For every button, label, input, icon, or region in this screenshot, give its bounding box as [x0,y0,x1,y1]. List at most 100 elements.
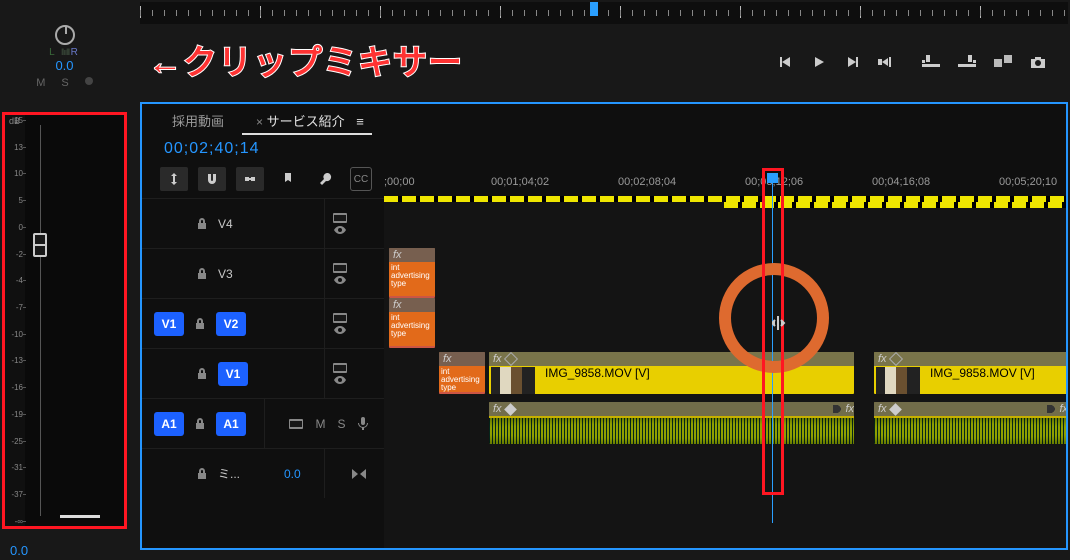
time-tick: 00;01;04;02 [491,176,549,188]
fx-clip-v1[interactable]: fx int advertising type [439,352,485,394]
meter-scale-tick: -19 [5,411,23,419]
solo-track-button[interactable]: S [337,417,345,431]
lift-icon[interactable] [922,55,940,69]
extract-icon[interactable] [958,55,976,69]
lock-icon[interactable] [194,218,210,230]
mute-track-button[interactable]: M [315,417,325,431]
magnet-button[interactable] [198,167,226,191]
track-target-a1-chip[interactable]: A1 [216,412,246,436]
fx-label: fx [393,298,402,312]
frame-ruler-playhead[interactable] [590,2,598,16]
meter-scale-tick: 5 [5,197,23,205]
track-target-v1-chip[interactable]: V1 [218,362,248,386]
fx-diamond-icon [888,352,902,366]
lock-icon[interactable] [192,318,208,330]
keyframe-icon [504,403,517,416]
vertical-scroll-marker[interactable] [1066,323,1068,333]
fx-clip-v3[interactable]: fx int advertising type [389,248,435,298]
time-tick: 00;02;08;04 [618,176,676,188]
marker-button[interactable] [274,167,302,191]
meter-scale-tick: -16 [5,384,23,392]
filmstrip-icon[interactable] [333,313,347,323]
eye-icon[interactable] [333,325,347,335]
filmstrip-icon[interactable] [333,263,347,273]
audio-meter: dB 15131050-2-4-7-10-13-16-19-25-31-37-∞ [2,112,127,529]
meter-scale-tick: -10 [5,331,23,339]
meter-scale-tick: 15 [5,117,23,125]
solo-button[interactable]: S [61,77,78,89]
pan-knob[interactable] [55,25,75,45]
track-header-a1[interactable]: A1 A1 M S [142,398,384,448]
video-thumbnail [876,367,920,394]
track-name-v4: V4 [218,217,244,231]
eye-icon[interactable] [333,275,347,285]
wrench-button[interactable] [312,167,340,191]
fx-clip-v2[interactable]: fx int advertising type [389,298,435,348]
audio-clip-1[interactable]: fx fx [489,402,854,444]
track-header-v3[interactable]: V3 [142,248,384,298]
record-toggle[interactable] [85,77,93,85]
bowtie-icon[interactable] [351,468,367,480]
mute-button[interactable]: M [36,77,55,89]
eye-icon[interactable] [333,225,347,235]
lock-icon[interactable] [194,268,210,280]
insert-icon[interactable] [876,55,892,69]
step-back-icon[interactable] [780,55,794,69]
video-thumbnail [491,367,535,394]
pan-r-label: R [71,47,80,58]
filmstrip-icon[interactable] [333,213,347,223]
timecode-display[interactable]: 00;02;40;14 [164,140,1066,158]
lock-icon[interactable] [194,368,210,380]
step-forward-icon[interactable] [844,55,858,69]
fader-handle[interactable] [33,233,47,257]
video-clip-2[interactable]: fx IMG_9858.MOV [V] [874,352,1068,394]
meter-scale-tick: -25 [5,438,23,446]
tab-inactive[interactable]: 採用動画 [160,105,236,134]
track-header-v4[interactable]: V4 [142,198,384,248]
fx-label: fx [1059,402,1068,416]
overwrite-icon[interactable] [994,55,1012,69]
mic-icon[interactable] [358,417,368,431]
camera-icon[interactable] [1030,55,1046,69]
meter-scale-tick: -37 [5,491,23,499]
meter-scale-tick: -13 [5,357,23,365]
tab-active[interactable]: × サービス紹介 ≡ [238,105,376,134]
time-ruler[interactable]: ;00;0000;01;04;0200;02;08;0400;03;12;060… [384,176,1066,196]
pan-ticks: llıılll [61,47,71,57]
fader-track[interactable] [25,115,55,526]
track-header-v2[interactable]: V1 V2 [142,298,384,348]
frame-ruler[interactable] [140,2,1068,24]
track-target-v2-chip[interactable]: V2 [216,312,246,336]
vertical-scroll-bottom[interactable] [1066,428,1068,438]
track-header-mix[interactable]: ミ... 0.0 [142,448,384,498]
vertical-scroll-top[interactable] [1066,218,1068,228]
linked-selection-button[interactable] [236,167,264,191]
tab-menu-icon[interactable]: ≡ [356,114,364,129]
source-v1-chip[interactable]: V1 [154,312,184,336]
lock-icon[interactable] [192,418,208,430]
meter-scale-tick: 0 [5,224,23,232]
tab-close-icon[interactable]: × [256,115,263,129]
lock-icon[interactable] [194,468,210,480]
pan-value[interactable]: 0.0 [2,58,127,73]
fx-diamond-icon [503,352,517,366]
eye-icon[interactable] [333,375,347,385]
audio-clip-2[interactable]: fx fx [874,402,1068,444]
track-header-v1[interactable]: V1 [142,348,384,398]
cc-button[interactable]: CC [350,167,372,191]
time-tick: 00;05;20;10 [999,176,1057,188]
filmstrip-icon[interactable] [333,363,347,373]
time-tick: ;00;00 [384,176,415,188]
play-icon[interactable] [812,55,826,69]
filmstrip-icon[interactable] [289,419,303,429]
meter-scale-tick: -4 [5,277,23,285]
mix-value[interactable]: 0.0 [284,467,301,481]
transport-bar [780,55,1046,69]
time-tick: 00;04;16;08 [872,176,930,188]
meter-bottom-value[interactable]: 0.0 [10,543,28,558]
tool-cursor-icon [772,316,786,330]
clip-area[interactable]: ;00;0000;01;04;0200;02;08;0400;03;12;060… [384,198,1066,548]
speaker-icon [1047,405,1055,413]
source-a1-chip[interactable]: A1 [154,412,184,436]
snap-button[interactable] [160,167,188,191]
